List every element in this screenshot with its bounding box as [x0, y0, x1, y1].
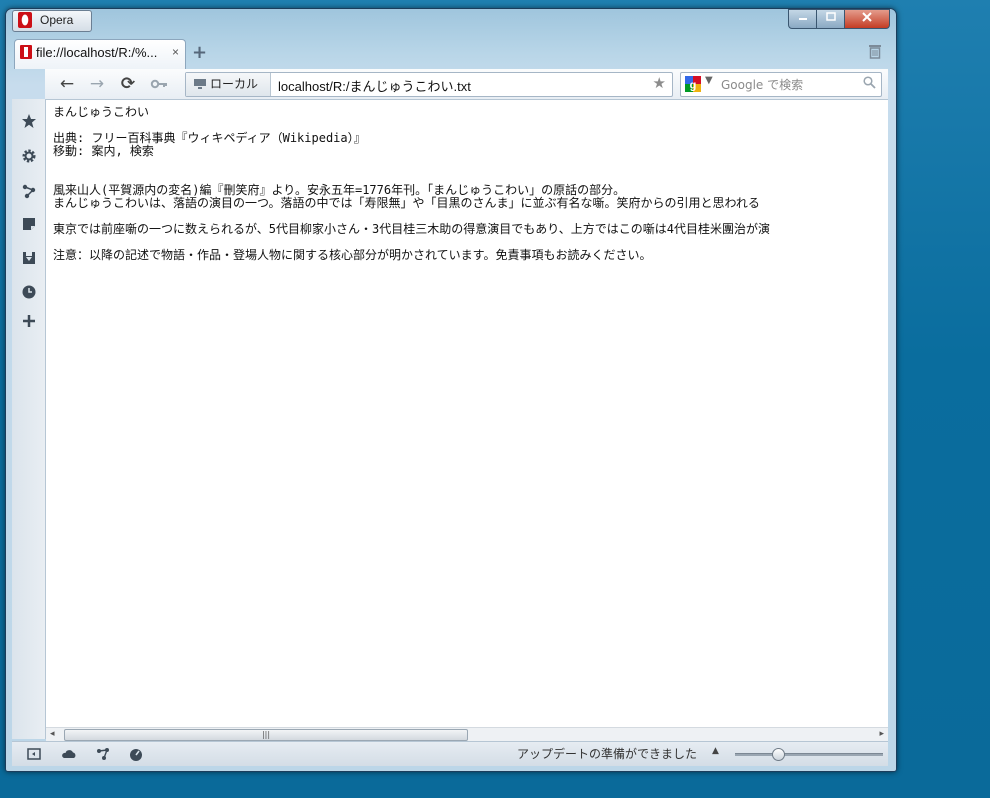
tab-title: file://localhost/R:/%...	[36, 45, 158, 60]
scroll-left-arrow[interactable]: ◂	[50, 729, 55, 739]
text-document: まんじゅうこわい 出典: フリー百科事典『ウィキペディア（Wikipedia）』…	[53, 106, 888, 262]
side-panel	[12, 99, 46, 739]
trash-icon[interactable]	[868, 43, 882, 59]
google-logo-icon: g	[685, 76, 701, 92]
zoom-knob[interactable]	[772, 748, 785, 761]
svg-text:g: g	[690, 80, 697, 92]
opera-menu-label: Opera	[40, 13, 74, 27]
text-line: まんじゅうこわい	[53, 105, 150, 119]
search-engine-dropdown-icon[interactable]: ▼	[705, 75, 713, 86]
gear-icon[interactable]	[21, 148, 37, 164]
text-line: 出典: フリー百科事典『ウィキペディア（Wikipedia）』	[53, 131, 366, 145]
horizontal-scrollbar[interactable]: ◂ ||| ▸	[46, 727, 888, 741]
tab-close-icon[interactable]: ×	[172, 45, 179, 59]
status-bar: アップデートの準備ができました ▲	[12, 741, 888, 766]
zoom-track	[735, 753, 883, 756]
zoom-slider[interactable]	[735, 748, 883, 761]
maximize-icon	[825, 12, 836, 21]
window-controls	[788, 9, 890, 29]
history-icon[interactable]	[21, 284, 37, 300]
site-info-badge[interactable]: ローカル	[186, 73, 271, 96]
maximize-button[interactable]	[817, 9, 845, 29]
speedometer-icon[interactable]	[128, 746, 144, 762]
back-button[interactable]: ←	[58, 75, 76, 93]
unite-icon[interactable]	[95, 746, 111, 762]
add-icon[interactable]	[21, 313, 37, 329]
scroll-right-arrow[interactable]: ▸	[879, 729, 884, 739]
opera-favicon-icon	[20, 45, 32, 59]
status-expand-arrow[interactable]: ▲	[712, 746, 719, 756]
tab-strip: file://localhost/R:/%... × +	[6, 39, 896, 69]
text-line: 移動: 案内, 検索	[53, 144, 154, 158]
tab-active[interactable]: file://localhost/R:/%... ×	[14, 39, 186, 69]
minimize-button[interactable]	[788, 9, 817, 29]
text-line: 東京では前座噺の一つに数えられるが、5代目柳家小さん・3代目桂三木助の得意演目で…	[53, 222, 770, 236]
minimize-icon	[798, 18, 807, 20]
reload-button[interactable]: ⟳	[119, 75, 137, 93]
download-icon[interactable]	[21, 250, 37, 266]
new-tab-button[interactable]: +	[192, 42, 207, 63]
browser-window: Opera file://localhost/R:/%... × + ← → ⟳…	[5, 8, 897, 772]
opera-menu-button[interactable]: Opera	[12, 10, 92, 32]
star-icon[interactable]	[21, 113, 37, 129]
share-icon[interactable]	[21, 183, 37, 199]
search-field[interactable]: g ▼ Google で検索	[680, 72, 882, 97]
search-icon[interactable]	[863, 76, 876, 89]
navigation-toolbar: ← → ⟳ ローカル localhost/R:/まんじゅうこわい.txt ★ g…	[45, 69, 888, 100]
page-content: まんじゅうこわい 出典: フリー百科事典『ウィキペディア（Wikipedia）』…	[46, 100, 888, 727]
close-icon	[862, 12, 872, 22]
cloud-icon[interactable]	[61, 746, 77, 762]
search-placeholder: Google で検索	[721, 78, 804, 92]
text-line: 注意：以降の記述で物語・作品・登場人物に関する核心部分が明かされています。免責事…	[53, 248, 652, 262]
forward-button[interactable]: →	[88, 75, 106, 93]
note-icon[interactable]	[21, 216, 37, 232]
scroll-thumb[interactable]: |||	[64, 729, 468, 741]
monitor-icon	[194, 79, 206, 89]
opera-logo-icon	[18, 12, 32, 28]
status-message: アップデートの準備ができました	[517, 747, 698, 761]
site-info-label: ローカル	[210, 77, 259, 91]
bookmark-star-icon[interactable]: ★	[653, 74, 666, 92]
url-text[interactable]: localhost/R:/まんじゅうこわい.txt	[278, 76, 471, 95]
key-icon[interactable]	[150, 75, 168, 93]
text-line	[53, 158, 888, 171]
text-line: まんじゅうこわいは、落語の演目の一つ。落語の中では「寿限無」や「目黒のさんま」に…	[53, 196, 760, 210]
address-bar[interactable]: ローカル localhost/R:/まんじゅうこわい.txt ★	[185, 72, 673, 97]
close-button[interactable]	[845, 9, 890, 29]
panel-toggle-icon[interactable]	[26, 746, 42, 762]
